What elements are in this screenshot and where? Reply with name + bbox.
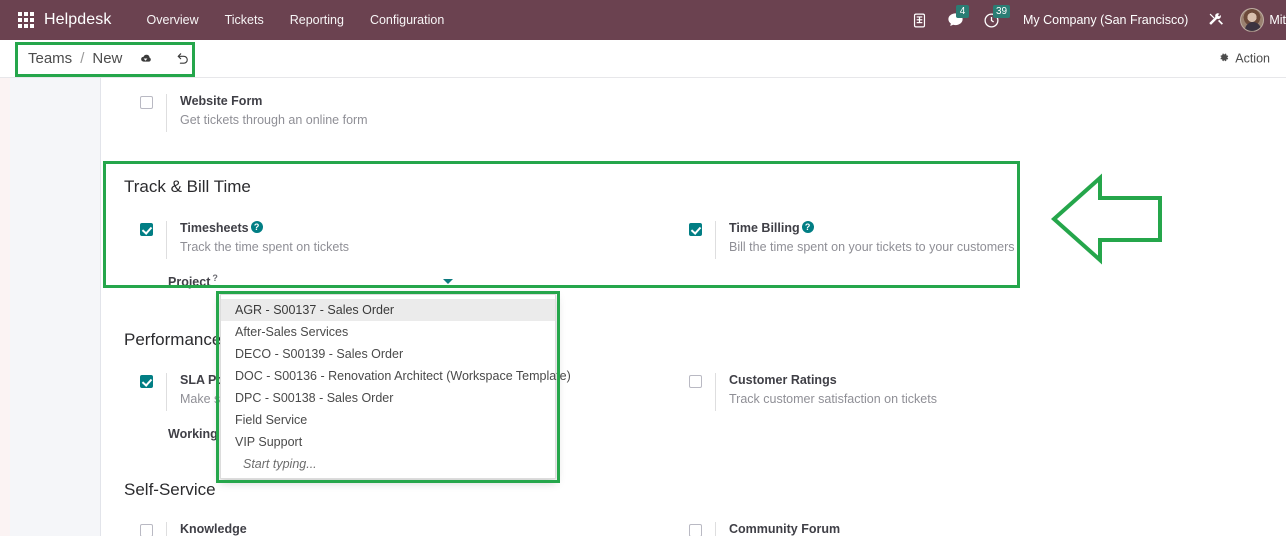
section-title-performance: Performance <box>124 330 222 349</box>
menu-item-reporting[interactable]: Reporting <box>277 7 357 33</box>
setting-divider <box>715 522 716 536</box>
time-billing-desc: Bill the time spent on your tickets to y… <box>729 240 1015 254</box>
dropdown-option-dpc[interactable]: DPC - S00138 - Sales Order <box>221 387 555 409</box>
timesheets-label: Timesheets ? <box>180 221 349 235</box>
time-billing-help-icon[interactable]: ? <box>801 221 814 233</box>
website-form-checkbox[interactable] <box>140 96 153 109</box>
setting-divider <box>715 373 716 411</box>
project-field[interactable]: Project? <box>168 273 453 289</box>
settings-sidebar[interactable] <box>10 78 101 536</box>
activities-clock-icon[interactable]: 39 <box>974 0 1011 40</box>
control-panel: Teams / New Action <box>0 40 1286 78</box>
customer-ratings-label: Customer Ratings <box>729 373 837 387</box>
dropdown-start-typing-hint[interactable]: Start typing... <box>221 453 555 476</box>
section-title-track-bill-time: Track & Bill Time <box>124 177 251 196</box>
setting-divider <box>715 221 716 259</box>
knowledge-checkbox[interactable] <box>140 524 153 536</box>
apps-grid-icon[interactable] <box>18 12 34 28</box>
helpdesk-settings-screen: Helpdesk Overview Tickets Reporting Conf… <box>0 0 1286 536</box>
community-forum-label: Community Forum <box>729 522 841 536</box>
timesheets-help-icon[interactable]: ? <box>250 221 263 233</box>
time-billing-checkbox[interactable] <box>689 223 702 236</box>
setting-time-billing[interactable]: Time Billing ? Bill the time spent on yo… <box>689 221 1015 259</box>
company-switcher[interactable]: My Company (San Francisco) <box>1009 13 1198 27</box>
timesheets-checkbox[interactable] <box>140 223 153 236</box>
setting-divider <box>166 373 167 411</box>
website-form-desc: Get tickets through an online form <box>180 113 368 127</box>
setting-timesheets[interactable]: Timesheets ? Track the time spent on tic… <box>140 221 349 259</box>
dropdown-option-doc[interactable]: DOC - S00136 - Renovation Architect (Wor… <box>221 365 571 387</box>
dropdown-option-after-sales-services[interactable]: After-Sales Services <box>221 321 555 343</box>
menu-item-overview[interactable]: Overview <box>134 7 212 33</box>
project-required-marker: ? <box>212 273 218 283</box>
customer-ratings-checkbox[interactable] <box>689 375 702 388</box>
dropdown-option-deco[interactable]: DECO - S00139 - Sales Order <box>221 343 555 365</box>
user-menu[interactable]: Mit <box>1234 8 1286 32</box>
dropdown-option-field-service[interactable]: Field Service <box>221 409 555 431</box>
breadcrumb-item-teams[interactable]: Teams <box>28 50 72 67</box>
tools-wrench-screwdriver-icon[interactable] <box>1198 0 1234 40</box>
messages-icon[interactable]: 4 <box>937 0 974 40</box>
messages-badge: 4 <box>956 5 969 18</box>
breadcrumb-separator: / <box>80 50 85 67</box>
left-edge-strip <box>0 78 10 536</box>
dropdown-option-agr[interactable]: AGR - S00137 - Sales Order <box>221 299 555 321</box>
project-label: Project? <box>168 273 218 290</box>
cloud-save-icon[interactable] <box>136 51 155 66</box>
activities-badge: 39 <box>993 5 1011 18</box>
time-billing-label: Time Billing ? <box>729 221 1015 235</box>
setting-divider <box>166 522 167 536</box>
app-brand-helpdesk[interactable]: Helpdesk <box>44 11 112 29</box>
website-form-label: Website Form <box>180 94 263 108</box>
action-label: Action <box>1235 51 1270 66</box>
action-button[interactable]: Action <box>1218 51 1270 66</box>
menu-item-tickets[interactable]: Tickets <box>212 7 277 33</box>
chevron-down-icon[interactable] <box>443 278 453 284</box>
dropdown-option-vip-support[interactable]: VIP Support <box>221 431 555 453</box>
community-forum-checkbox[interactable] <box>689 524 702 536</box>
section-title-self-service: Self-Service <box>124 480 216 499</box>
project-dropdown-menu[interactable]: AGR - S00137 - Sales Order After-Sales S… <box>220 294 571 479</box>
customer-ratings-desc: Track customer satisfaction on tickets <box>729 392 937 406</box>
menu-item-configuration[interactable]: Configuration <box>357 7 457 33</box>
working-hours-label: Working <box>168 427 218 441</box>
systray: 4 39 My Company (San Francisco) Mit <box>902 0 1286 40</box>
username-label: Mit <box>1269 13 1286 27</box>
setting-customer-ratings[interactable]: Customer Ratings Track customer satisfac… <box>689 373 937 411</box>
breadcrumb: Teams / New <box>28 50 193 67</box>
setting-divider <box>166 221 167 259</box>
timesheets-desc: Track the time spent on tickets <box>180 240 350 254</box>
breadcrumb-item-new: New <box>92 50 123 67</box>
knowledge-label: Knowledge <box>180 522 247 536</box>
gear-icon <box>1218 51 1230 66</box>
setting-knowledge[interactable]: Knowledge <box>140 522 247 536</box>
setting-website-form[interactable]: Website Form Get tickets through an onli… <box>140 94 368 132</box>
voip-phone-icon[interactable] <box>902 0 937 40</box>
top-navbar: Helpdesk Overview Tickets Reporting Conf… <box>0 0 1286 40</box>
setting-community-forum[interactable]: Community Forum <box>689 522 840 536</box>
setting-divider <box>166 94 167 132</box>
main-menu: Overview Tickets Reporting Configuration <box>134 7 458 33</box>
working-hours-field[interactable]: Working <box>168 427 218 441</box>
discard-undo-icon[interactable] <box>174 51 193 66</box>
avatar <box>1240 8 1265 32</box>
sla-policies-checkbox[interactable] <box>140 375 153 388</box>
